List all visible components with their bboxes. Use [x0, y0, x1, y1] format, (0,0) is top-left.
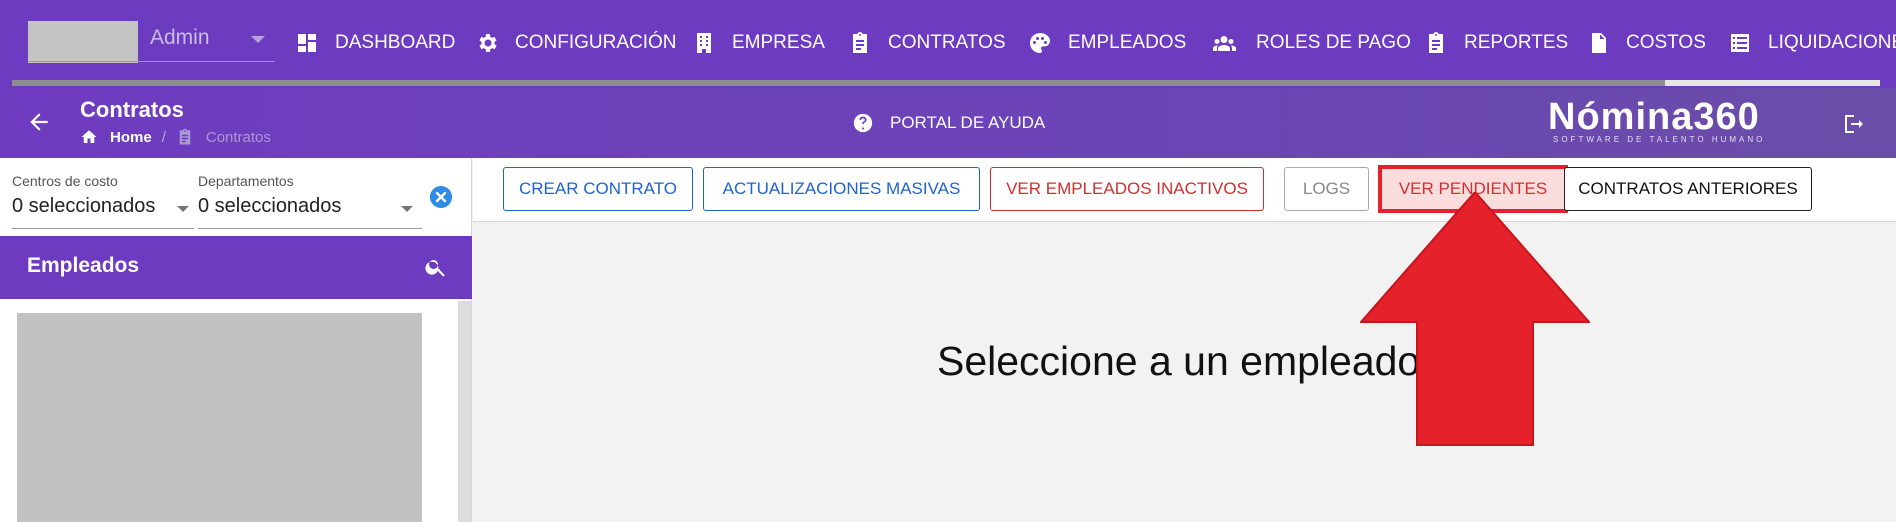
department-underline [198, 228, 422, 229]
nav-scroll-thumb[interactable] [1665, 80, 1880, 86]
chevron-down-icon[interactable] [177, 206, 189, 212]
department-label: Departamentos [198, 173, 294, 189]
nav-scroll-track[interactable] [12, 80, 1880, 86]
contract-toolbar: CREAR CONTRATO ACTUALIZACIONES MASIVAS V… [473, 158, 1896, 222]
nav-item-costos[interactable]: COSTOS [1586, 28, 1706, 58]
dashboard-icon [298, 34, 316, 52]
nav-item-configuracion[interactable]: CONFIGURACIÓN [475, 28, 677, 58]
department-select[interactable]: 0 seleccionados [198, 195, 341, 218]
nav-item-label: CONFIGURACIÓN [515, 32, 677, 53]
nav-item-label: DASHBOARD [335, 32, 456, 53]
breadcrumb-current-label: Contratos [205, 128, 271, 146]
building-icon [697, 33, 711, 53]
nav-item-empresa[interactable]: EMPRESA [692, 28, 825, 58]
breadcrumb-home[interactable]: Home [80, 128, 152, 146]
nav-item-label: EMPLEADOS [1068, 32, 1187, 53]
clear-filters-icon[interactable] [430, 186, 452, 208]
employees-title: Empleados [27, 254, 140, 277]
empty-state-message: Seleccione a un empleado [937, 338, 1421, 384]
contratos-anteriores-button[interactable]: CONTRATOS ANTERIORES [1564, 167, 1812, 211]
help-circle-icon [853, 113, 873, 133]
page-header: Contratos Home / Contratos PORTAL DE AYU… [0, 88, 1896, 158]
clipboard-icon [1429, 32, 1443, 53]
clipboard-icon [179, 128, 191, 145]
gear-icon [479, 34, 497, 52]
highlight-arrow-icon [1360, 192, 1590, 446]
nav-item-label: EMPRESA [732, 32, 825, 53]
employees-header: Empleados [0, 236, 472, 299]
invoice-icon [1592, 33, 1606, 53]
arrow-back-icon[interactable] [26, 109, 52, 135]
chevron-down-icon[interactable] [251, 36, 265, 43]
avatar[interactable] [28, 21, 138, 63]
nav-item-contratos[interactable]: CONTRATOS [848, 28, 1006, 58]
help-portal-label: PORTAL DE AYUDA [890, 113, 1046, 132]
home-icon [81, 130, 97, 143]
brand-tagline: SOFTWARE DE TALENTO HUMANO [1553, 135, 1766, 144]
clipboard-icon [853, 32, 867, 53]
user-name[interactable]: Admin [150, 26, 210, 50]
cost-center-label: Centros de costo [12, 173, 118, 189]
nav-item-label: CONTRATOS [888, 32, 1006, 53]
logs-button[interactable]: LOGS [1284, 167, 1369, 211]
breadcrumb-separator: / [161, 128, 166, 146]
actualizaciones-masivas-button[interactable]: ACTUALIZACIONES MASIVAS [703, 167, 980, 211]
nav-item-label: COSTOS [1626, 32, 1706, 53]
nav-item-label: ROLES DE PAGO [1256, 32, 1411, 53]
list-icon [1731, 34, 1749, 52]
employee-sidebar: Centros de costo 0 seleccionados Departa… [0, 158, 472, 522]
scrollbar[interactable] [458, 301, 471, 522]
palette-icon [1030, 33, 1051, 53]
nav-item-label: LIQUIDACIONE [1768, 32, 1896, 53]
chevron-down-icon[interactable] [401, 206, 413, 212]
employee-list[interactable] [17, 313, 422, 522]
breadcrumb-current: Contratos [176, 128, 271, 146]
nav-item-dashboard[interactable]: DASHBOARD [295, 28, 455, 58]
crear-contrato-button[interactable]: CREAR CONTRATO [503, 167, 693, 211]
ver-empleados-inactivos-button[interactable]: VER EMPLEADOS INACTIVOS [990, 167, 1264, 211]
search-icon[interactable] [424, 255, 448, 279]
breadcrumb-home-label: Home [110, 128, 152, 146]
nav-item-reportes[interactable]: REPORTES [1424, 28, 1568, 58]
cost-center-underline [12, 228, 194, 229]
brand-logo: Nómina360 [1548, 96, 1760, 138]
nav-item-liquidaciones[interactable]: LIQUIDACIONE [1728, 28, 1896, 58]
user-select-underline [28, 61, 275, 62]
cost-center-select[interactable]: 0 seleccionados [12, 195, 155, 218]
breadcrumb: Home / Contratos [80, 128, 271, 146]
nav-item-roles-de-pago[interactable]: ROLES DE PAGO [1208, 28, 1411, 58]
app-root: Admin DASHBOARD CONFIGURACIÓN EMPRESA CO… [0, 0, 1896, 522]
group-icon [1213, 36, 1236, 51]
nav-item-label: REPORTES [1464, 32, 1569, 53]
logout-icon[interactable] [1842, 112, 1866, 136]
help-portal-link[interactable]: PORTAL DE AYUDA [852, 112, 1045, 134]
top-navigation: Admin DASHBOARD CONFIGURACIÓN EMPRESA CO… [0, 0, 1896, 88]
nav-item-empleados[interactable]: EMPLEADOS [1028, 28, 1186, 58]
page-title: Contratos [80, 97, 184, 122]
